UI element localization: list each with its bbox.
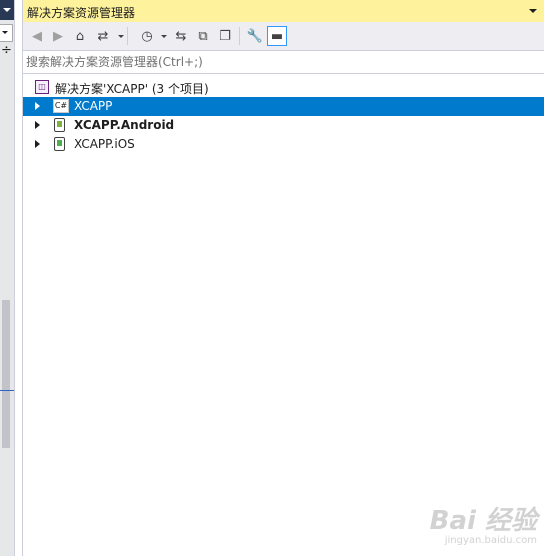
solution-explorer-panel: 解决方案资源管理器 ◀ ▶ ⌂ ⇄ ◷ ⇆ ⧉ ❐ 🔧 ▬ ◫ 解决方案'XCA… — [22, 0, 544, 556]
toolbar-separator — [127, 27, 128, 45]
tree-row-solution[interactable]: ◫ 解决方案'XCAPP' (3 个项目) — [23, 78, 544, 97]
window-position-dropdown-icon[interactable] — [527, 5, 539, 17]
tree-row-project[interactable]: C# XCAPP — [23, 97, 544, 116]
expand-arrow-icon[interactable] — [35, 121, 40, 129]
chevron-down-icon — [2, 31, 8, 34]
baidu-watermark: Bai 经验 jingyan.baidu.com — [430, 507, 537, 546]
show-all-files-icon[interactable]: ❐ — [215, 26, 235, 46]
android-project-icon — [54, 118, 65, 132]
sync-icon[interactable]: ⇆ — [171, 26, 191, 46]
search-input[interactable] — [26, 54, 536, 70]
chevron-down-icon — [3, 8, 11, 12]
collapse-all-icon[interactable]: ⧉ — [193, 26, 213, 46]
wrench-icon[interactable]: 🔧 — [245, 26, 265, 46]
expand-arrow-icon[interactable] — [35, 140, 40, 148]
left-strip-scrollbar-thumb[interactable] — [2, 300, 10, 448]
left-strip-combo[interactable] — [0, 24, 13, 42]
ios-project-icon — [54, 137, 65, 151]
csharp-project-icon: C# — [53, 99, 69, 113]
preview-selected-items-icon[interactable]: ▬ — [267, 26, 287, 46]
left-strip-header[interactable] — [0, 0, 14, 20]
tree-row-project[interactable]: XCAPP.iOS — [23, 135, 544, 154]
expand-arrow-icon[interactable] — [35, 102, 40, 110]
project-label: XCAPP.iOS — [74, 137, 135, 151]
switch-views-icon[interactable]: ⇄ — [93, 26, 113, 46]
switch-views-dropdown-icon[interactable] — [118, 35, 124, 38]
solution-explorer-toolbar: ◀ ▶ ⌂ ⇄ ◷ ⇆ ⧉ ❐ 🔧 ▬ — [23, 22, 544, 51]
split-icon[interactable]: ÷ — [1, 44, 12, 58]
left-strip-marker — [0, 390, 14, 391]
forward-icon[interactable]: ▶ — [48, 26, 68, 46]
panel-title: 解决方案资源管理器 — [27, 6, 136, 20]
home-icon[interactable]: ⌂ — [70, 26, 90, 46]
back-icon[interactable]: ◀ — [27, 26, 47, 46]
filter-dropdown-icon[interactable] — [161, 35, 167, 38]
project-label: XCAPP.Android — [74, 118, 175, 132]
watermark-logo: Bai 经验 — [429, 506, 537, 536]
watermark-url: jingyan.baidu.com — [444, 535, 537, 546]
solution-icon: ◫ — [35, 80, 49, 94]
panel-title-bar[interactable]: 解决方案资源管理器 — [23, 0, 544, 22]
solution-label: 解决方案'XCAPP' (3 个项目) — [55, 82, 209, 96]
pending-changes-filter-icon[interactable]: ◷ — [137, 26, 157, 46]
left-docked-editor-strip: ÷ — [0, 0, 15, 556]
tree-row-project[interactable]: XCAPP.Android — [23, 116, 544, 135]
project-label: XCAPP — [74, 99, 113, 113]
search-box[interactable] — [23, 51, 544, 74]
toolbar-separator — [239, 27, 240, 45]
